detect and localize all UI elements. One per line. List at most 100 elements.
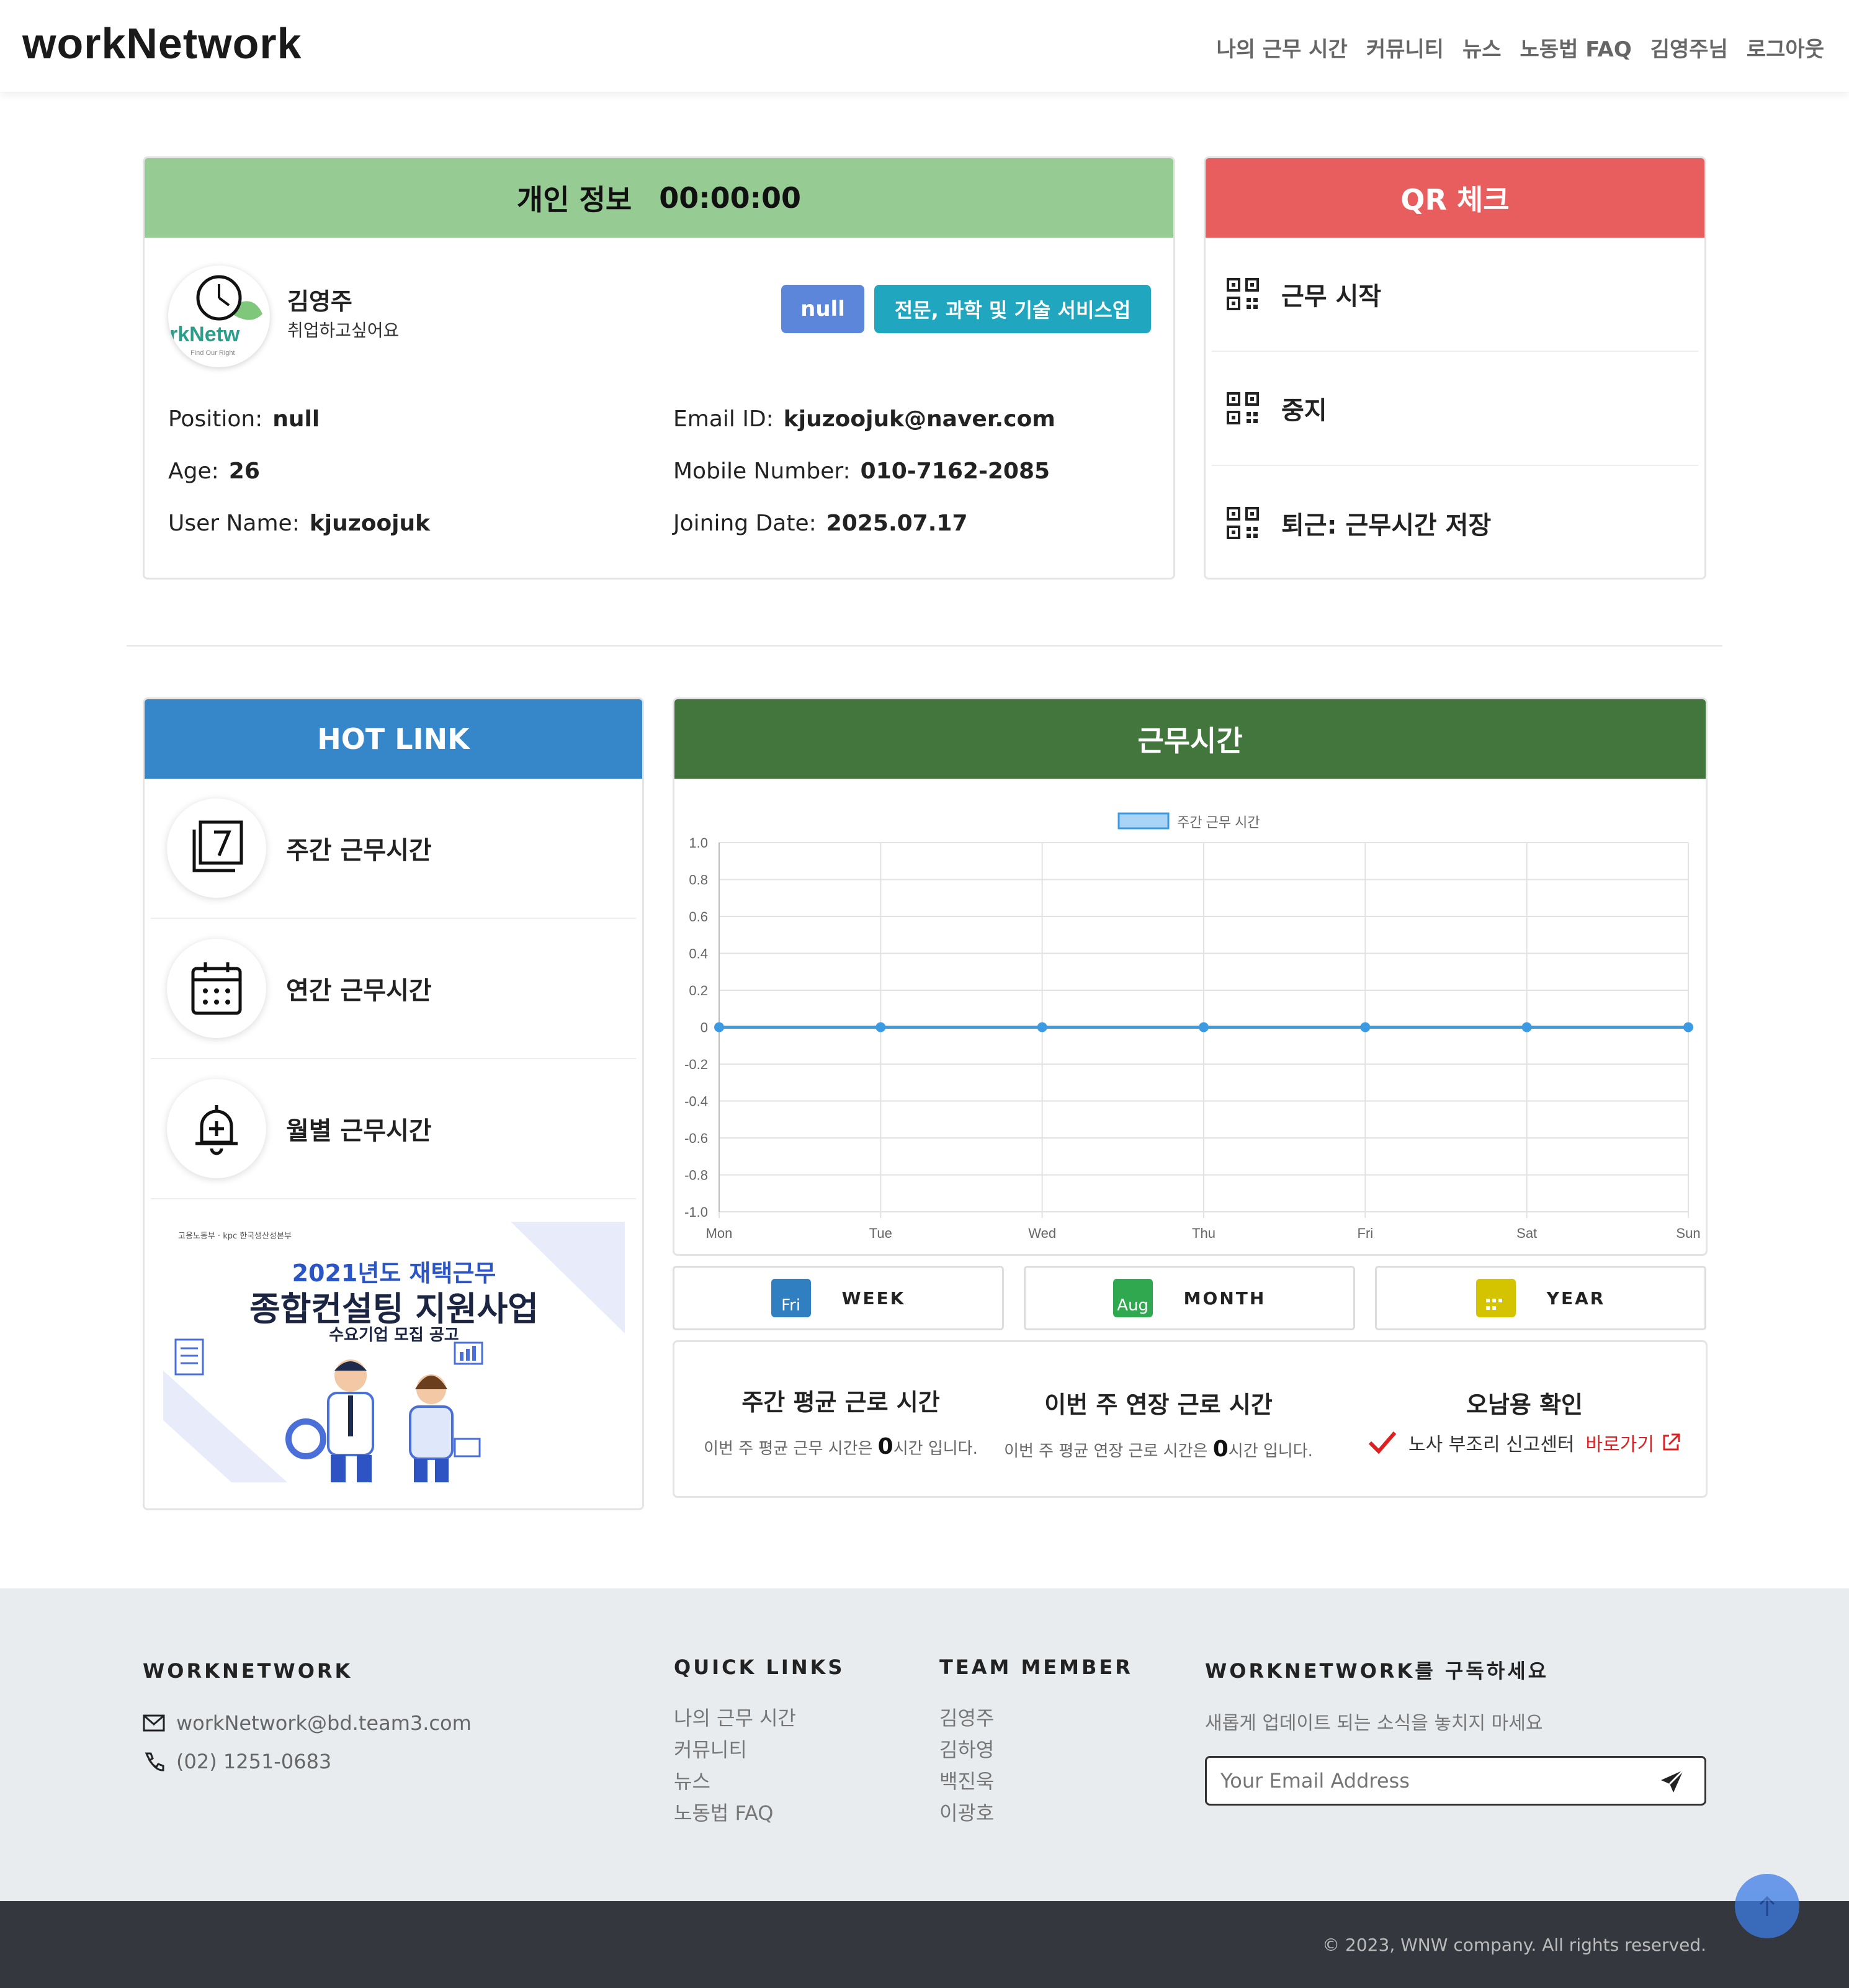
subscribe-form [1205,1756,1706,1806]
qr-leave-save[interactable]: 퇴근: 근무시간 저장 [1212,466,1698,578]
x-tick-label: Sat [1516,1225,1537,1241]
year-button[interactable]: YEAR [1375,1266,1706,1330]
misuse-text: 노사 부조리 신고센터 [1408,1434,1575,1456]
data-point [1683,1022,1693,1032]
team-member: 김하영 [939,1738,995,1762]
month-label: MONTH [1183,1287,1266,1309]
hotlink-weekly[interactable]: 주간 근무시간 [151,779,636,919]
y-tick-label: -0.8 [684,1168,708,1183]
calendar-month-icon: Aug [1113,1279,1153,1317]
position-label: Position: [168,406,263,432]
data-point [1199,1022,1209,1032]
worktime-chart: 주간 근무 시간 1.0 0.8 0.6 0.4 0.2 0 -0.2 -0.4 -0.6 -0.8… [684,812,1701,1241]
quick-link[interactable]: 노동법 FAQ [674,1798,796,1829]
month-button[interactable]: Aug MONTH [1024,1266,1355,1330]
banner-line3: 수요기업 모집 공고 [329,1326,459,1345]
work-timer: 00:00:00 [659,181,802,215]
subscribe-text: 새롭게 업데이트 되는 소식을 놓치지 마세요 [1205,1713,1543,1734]
menu-news[interactable]: 뉴스 [1462,32,1502,63]
hotlink-yearly[interactable]: 연간 근무시간 [151,919,636,1059]
mail-icon [143,1714,165,1732]
external-link-icon [1663,1433,1680,1451]
qr-card: QR 체크 근무 시작 중지 퇴근: 근무시간 저장 [1204,156,1706,580]
misuse-link-text: 바로가기 [1585,1434,1654,1456]
avatar-subtext: Find Our Right [190,349,235,357]
username-value: kjuzoojuk [309,511,431,536]
menu-community[interactable]: 커뮤니티 [1366,32,1444,63]
hotlink-icon-wrap [167,1079,266,1178]
calendar-7-icon [192,820,243,872]
subscribe-email-input[interactable] [1220,1766,1642,1795]
stats-card: 주간 평균 근로 시간 이번 주 평균 근무 시간은 0시간 입니다. 이번 주… [673,1340,1708,1498]
y-tick-label: 0.8 [689,872,708,888]
menu-user[interactable]: 김영주님 [1650,32,1728,63]
joining-value: 2025.07.17 [826,511,968,536]
age-value: 26 [228,459,260,484]
hotlink-icon-wrap [167,799,266,898]
worktime-header: 근무시간 [674,699,1706,779]
misuse-link[interactable]: 바로가기 [1586,1429,1681,1456]
logo[interactable]: workNetwork [22,19,302,68]
avg-text: 이번 주 평균 근무 시간은 0시간 입니다. [689,1434,992,1459]
x-tick-label: Tue [869,1225,892,1241]
misuse-title: 오남용 확인 [1466,1391,1583,1418]
hotlink-card: HOT LINK 주간 근무시간 연간 근무시간 월별 근무시간 고용노동부 ·… [143,697,644,1510]
menu-labor-faq[interactable]: 노동법 FAQ [1520,32,1632,63]
send-icon[interactable] [1659,1768,1686,1795]
qr-pause[interactable]: 중지 [1212,352,1698,466]
quick-link[interactable]: 나의 근무 시간 [674,1703,796,1734]
team-member: 김영주 [939,1706,995,1730]
y-tick-label: -0.2 [684,1057,708,1072]
legend-swatch [1117,812,1170,830]
footer-email[interactable]: workNetwork@bd.team3.com [176,1711,472,1735]
y-tick-label: 0.2 [689,983,708,998]
misuse-row: 노사 부조리 신고센터 바로가기 [1357,1429,1692,1456]
position-value: null [272,406,320,432]
hotlink-title: HOT LINK [317,722,470,756]
calendar-icon [191,962,242,1015]
consulting-banner[interactable]: 고용노동부 · kpc 한국생산성본부 2021년도 재택근무 종합컨설팅 지원… [163,1222,625,1482]
y-tick-label: -0.6 [684,1131,708,1146]
hotlink-header: HOT LINK [145,699,642,779]
legend-label: 주간 근무 시간 [1177,815,1260,830]
footer-phone-row: (02) 1251-0683 [143,1750,331,1773]
user-name: 김영주 [287,288,352,315]
hotlink-icon-wrap [167,939,266,1038]
bell-plus-icon [195,1105,238,1155]
calendar-year-icon [1475,1279,1516,1317]
year-label: YEAR [1546,1287,1606,1309]
clock-logo-icon: rkNetw Find Our Right [169,275,262,357]
qr-start-work[interactable]: 근무 시작 [1212,238,1698,352]
qr-code-icon [1227,278,1259,310]
footer: WORKNETWORK workNetwork@bd.team3.com (02… [0,1588,1849,1901]
avg-post: 시간 입니다. [893,1440,978,1458]
y-tick-label: -0.4 [684,1094,708,1109]
week-button[interactable]: Fri WEEK [673,1266,1004,1330]
hotlink-monthly[interactable]: 월별 근무시간 [151,1059,636,1199]
avatar-text: rkNetw [169,323,240,346]
team-title: TEAM MEMBER [939,1655,1133,1679]
menu-logout[interactable]: 로그아웃 [1747,32,1824,63]
joining-row: Joining Date: 2025.07.17 [673,511,968,536]
quick-link[interactable]: 커뮤니티 [674,1734,796,1766]
null-badge: null [781,285,864,333]
quick-links-title: QUICK LINKS [674,1655,845,1679]
avatar: rkNetw Find Our Right [168,266,270,367]
footer-phone[interactable]: (02) 1251-0683 [176,1750,331,1773]
joining-label: Joining Date: [673,511,817,536]
profile-title: 개인 정보 [516,183,632,217]
user-status: 취업하고싶어요 [287,320,400,341]
mobile-row: Mobile Number: 010-7162-2085 [673,459,1050,484]
qr-item-label: 근무 시작 [1281,282,1382,311]
scroll-top-button[interactable] [1735,1874,1799,1938]
age-label: Age: [168,459,219,484]
quick-link[interactable]: 뉴스 [674,1766,796,1798]
qr-title: QR 체크 [1400,183,1510,217]
email-value: kjuzoojuk@naver.com [783,406,1055,432]
footer-email-row: workNetwork@bd.team3.com [143,1711,472,1735]
qr-item-label: 중지 [1281,396,1327,425]
menu-my-worktime[interactable]: 나의 근무 시간 [1216,32,1347,63]
email-row: Email ID: kjuzoojuk@naver.com [673,406,1055,432]
team-list: 김영주 김하영 백진욱 이광호 [939,1703,994,1829]
overtime-post: 시간 입니다. [1228,1442,1313,1461]
